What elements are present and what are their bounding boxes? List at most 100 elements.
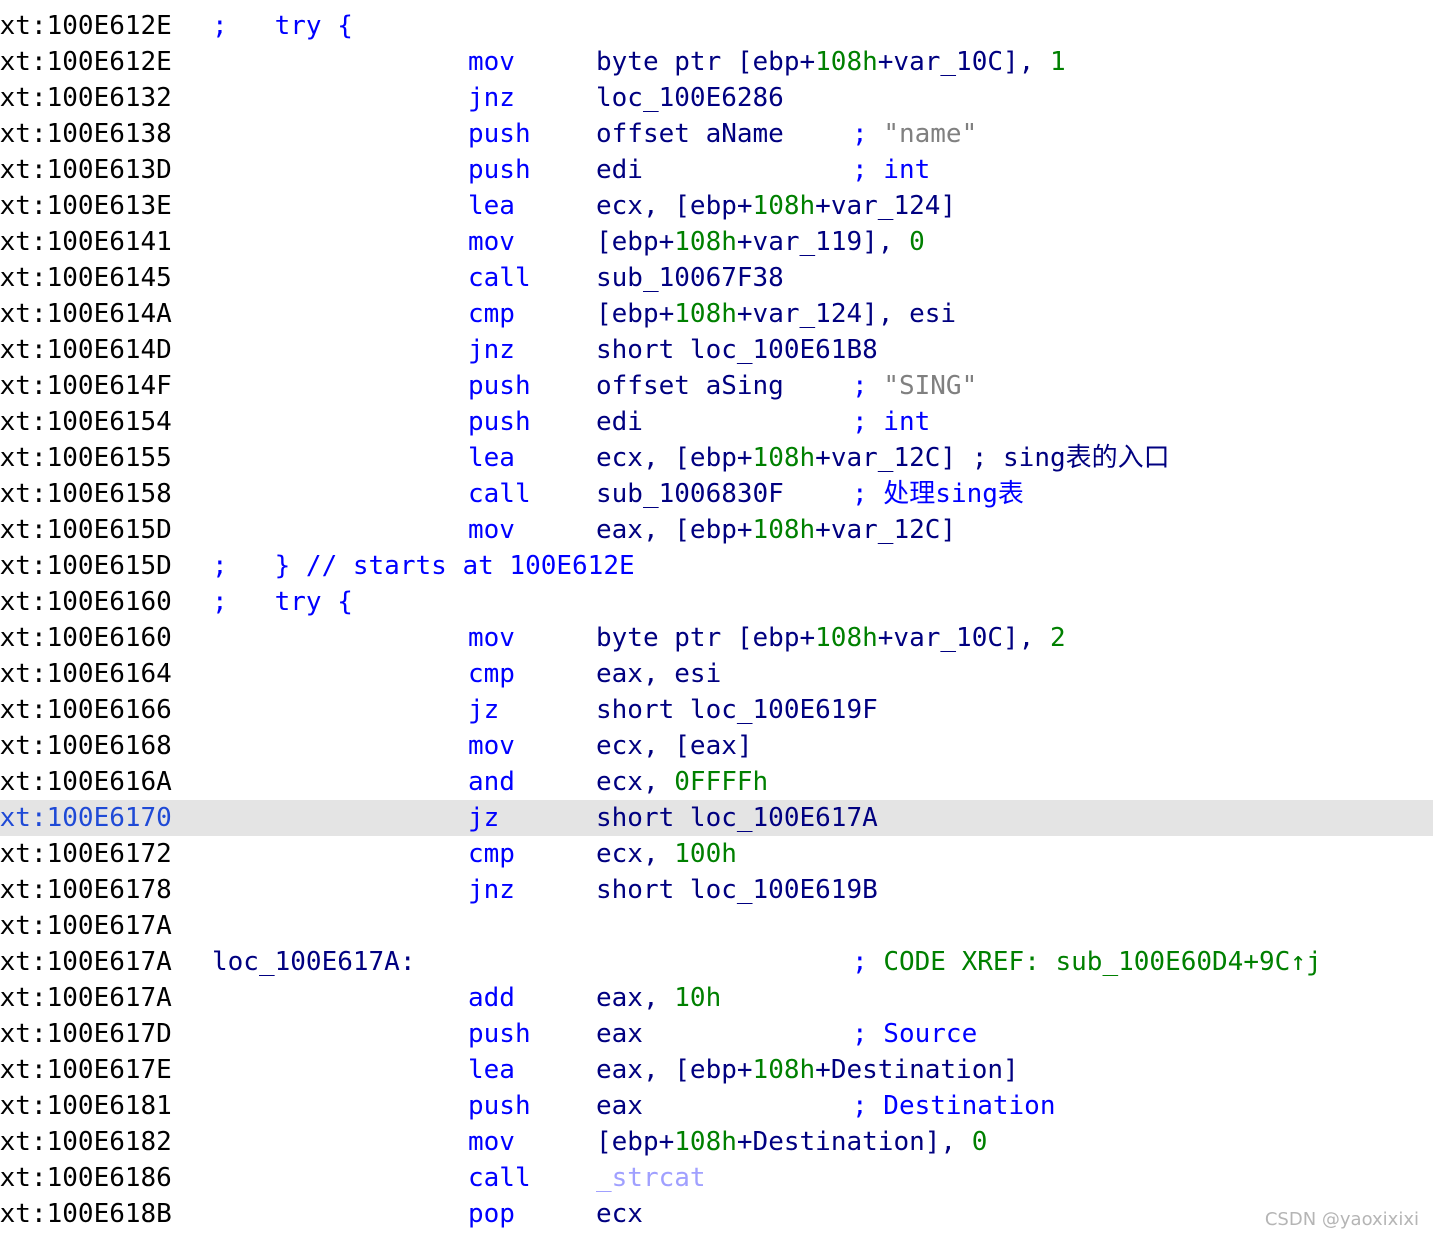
mnemonic[interactable]: mov bbox=[468, 512, 515, 548]
listing-row[interactable]: ext:100E6160 ; try { bbox=[0, 584, 1433, 620]
mnemonic[interactable]: mov bbox=[468, 224, 515, 260]
listing-row[interactable]: ext:100E6132 jnz loc_100E6286 bbox=[0, 80, 1433, 116]
operands[interactable]: _strcat bbox=[596, 1160, 706, 1196]
address[interactable]: ext:100E6160 bbox=[0, 620, 172, 656]
address[interactable]: ext:100E6158 bbox=[0, 476, 172, 512]
listing-row[interactable]: ext:100E6141 mov [ebp+108h+var_119], 0 bbox=[0, 224, 1433, 260]
listing-row[interactable]: ext:100E612E mov byte ptr [ebp+108h+var_10… bbox=[0, 44, 1433, 80]
mnemonic[interactable]: cmp bbox=[468, 296, 515, 332]
mnemonic[interactable]: jz bbox=[468, 692, 499, 728]
operands[interactable]: [ebp+108h+var_124], esi bbox=[596, 296, 956, 332]
operands[interactable]: short loc_100E619F bbox=[596, 692, 878, 728]
address[interactable]: ext:100E617A bbox=[0, 944, 172, 980]
listing-row[interactable]: ext:100E6138 push offset aName ; "name" bbox=[0, 116, 1433, 152]
mnemonic[interactable]: jz bbox=[468, 800, 499, 836]
address[interactable]: ext:100E6164 bbox=[0, 656, 172, 692]
listing-row[interactable]: ext:100E6181 push eax ; Destination bbox=[0, 1088, 1433, 1124]
listing-row[interactable]: ext:100E612E ; try { bbox=[0, 8, 1433, 44]
address[interactable]: ext:100E6145 bbox=[0, 260, 172, 296]
listing-row[interactable]: ext:100E6168 mov ecx, [eax] bbox=[0, 728, 1433, 764]
listing-row[interactable]: ext:100E6170 jz short loc_100E617A bbox=[0, 800, 1433, 836]
mnemonic[interactable]: mov bbox=[468, 620, 515, 656]
operands[interactable]: ecx, 0FFFFh bbox=[596, 764, 768, 800]
listing-row[interactable]: ext:100E613E lea ecx, [ebp+108h+var_124] bbox=[0, 188, 1433, 224]
address[interactable]: ext:100E6160 bbox=[0, 584, 172, 620]
operands[interactable]: loc_100E6286 bbox=[596, 80, 784, 116]
address[interactable]: ext:100E6178 bbox=[0, 872, 172, 908]
operands[interactable]: short loc_100E619B bbox=[596, 872, 878, 908]
operands[interactable]: sub_10067F38 bbox=[596, 260, 784, 296]
operands[interactable]: offset aName bbox=[596, 116, 784, 152]
mnemonic[interactable]: call bbox=[468, 260, 531, 296]
listing-row[interactable]: ext:100E6178 jnz short loc_100E619B bbox=[0, 872, 1433, 908]
mnemonic[interactable]: mov bbox=[468, 1124, 515, 1160]
address[interactable]: ext:100E615D bbox=[0, 512, 172, 548]
operands[interactable]: [ebp+108h+var_119], 0 bbox=[596, 224, 925, 260]
code-label[interactable]: loc_100E617A: bbox=[212, 944, 416, 980]
address[interactable]: ext:100E613E bbox=[0, 188, 172, 224]
operands[interactable]: ecx, 100h bbox=[596, 836, 737, 872]
operands[interactable]: eax, [ebp+108h+Destination] bbox=[596, 1052, 1019, 1088]
mnemonic[interactable]: pop bbox=[468, 1196, 515, 1232]
operands[interactable]: byte ptr [ebp+108h+var_10C], 2 bbox=[596, 620, 1066, 656]
mnemonic[interactable]: jnz bbox=[468, 872, 515, 908]
operands[interactable]: eax, esi bbox=[596, 656, 721, 692]
operands[interactable]: edi bbox=[596, 404, 643, 440]
mnemonic[interactable]: push bbox=[468, 152, 531, 188]
operands[interactable]: eax bbox=[596, 1088, 643, 1124]
listing-row[interactable]: ext:100E6145 call sub_10067F38 bbox=[0, 260, 1433, 296]
address[interactable]: ext:100E6141 bbox=[0, 224, 172, 260]
listing-row[interactable]: ext:100E6164 cmp eax, esi bbox=[0, 656, 1433, 692]
listing-row[interactable]: ext:100E617A bbox=[0, 908, 1433, 944]
listing-row[interactable]: ext:100E616A and ecx, 0FFFFh bbox=[0, 764, 1433, 800]
operands[interactable]: ecx, [eax] bbox=[596, 728, 753, 764]
mnemonic[interactable]: mov bbox=[468, 44, 515, 80]
address[interactable]: ext:100E615D bbox=[0, 548, 172, 584]
address[interactable]: ext:100E618B bbox=[0, 1196, 172, 1232]
operands[interactable]: byte ptr [ebp+108h+var_10C], 1 bbox=[596, 44, 1066, 80]
address[interactable]: ext:100E616A bbox=[0, 764, 172, 800]
address[interactable]: ext:100E6168 bbox=[0, 728, 172, 764]
address[interactable]: ext:100E6166 bbox=[0, 692, 172, 728]
mnemonic[interactable]: push bbox=[468, 1016, 531, 1052]
address[interactable]: ext:100E614F bbox=[0, 368, 172, 404]
address[interactable]: ext:100E617E bbox=[0, 1052, 172, 1088]
listing-row[interactable]: ext:100E6172 cmp ecx, 100h bbox=[0, 836, 1433, 872]
mnemonic[interactable]: lea bbox=[468, 440, 515, 476]
operands[interactable]: eax, 10h bbox=[596, 980, 721, 1016]
address[interactable]: ext:100E612E bbox=[0, 8, 172, 44]
mnemonic[interactable]: push bbox=[468, 404, 531, 440]
mnemonic[interactable]: call bbox=[468, 1160, 531, 1196]
operands[interactable]: [ebp+108h+Destination], 0 bbox=[596, 1124, 987, 1160]
mnemonic[interactable]: push bbox=[468, 368, 531, 404]
operands[interactable]: sub_1006830F bbox=[596, 476, 784, 512]
disassembly-listing[interactable]: ext:100E612E ; try {ext:100E612E mov byte p… bbox=[0, 0, 1433, 1240]
listing-row[interactable]: ext:100E613D push edi ; int bbox=[0, 152, 1433, 188]
listing-row[interactable]: ext:100E6160 mov byte ptr [ebp+108h+var_10… bbox=[0, 620, 1433, 656]
listing-row[interactable]: ext:100E615D mov eax, [ebp+108h+var_12C] bbox=[0, 512, 1433, 548]
listing-row[interactable]: ext:100E614F push offset aSing ; "SING" bbox=[0, 368, 1433, 404]
function-link[interactable]: _strcat bbox=[596, 1163, 706, 1193]
operands[interactable]: eax, [ebp+108h+var_12C] bbox=[596, 512, 956, 548]
listing-row[interactable]: ext:100E6155 lea ecx, [ebp+108h+var_12C] ;… bbox=[0, 440, 1433, 476]
address[interactable]: ext:100E6132 bbox=[0, 80, 172, 116]
address[interactable]: ext:100E614D bbox=[0, 332, 172, 368]
address[interactable]: ext:100E6154 bbox=[0, 404, 172, 440]
mnemonic[interactable]: mov bbox=[468, 728, 515, 764]
address[interactable]: ext:100E613D bbox=[0, 152, 172, 188]
address[interactable]: ext:100E6181 bbox=[0, 1088, 172, 1124]
operands[interactable]: edi bbox=[596, 152, 643, 188]
address[interactable]: ext:100E6186 bbox=[0, 1160, 172, 1196]
mnemonic[interactable]: push bbox=[468, 116, 531, 152]
listing-row[interactable]: ext:100E615D ; } // starts at 100E612E bbox=[0, 548, 1433, 584]
operands[interactable]: short loc_100E617A bbox=[596, 800, 878, 836]
address[interactable]: ext:100E612E bbox=[0, 44, 172, 80]
operands[interactable]: ecx, [ebp+108h+var_12C] ; sing表的入口 bbox=[596, 440, 1170, 476]
mnemonic[interactable]: push bbox=[468, 1088, 531, 1124]
address[interactable]: ext:100E6182 bbox=[0, 1124, 172, 1160]
mnemonic[interactable]: lea bbox=[468, 1052, 515, 1088]
address[interactable]: ext:100E617A bbox=[0, 908, 172, 944]
operands[interactable]: ecx bbox=[596, 1196, 643, 1232]
listing-row[interactable]: ext:100E6166 jz short loc_100E619F bbox=[0, 692, 1433, 728]
listing-row[interactable]: ext:100E618B pop ecx bbox=[0, 1196, 1433, 1232]
